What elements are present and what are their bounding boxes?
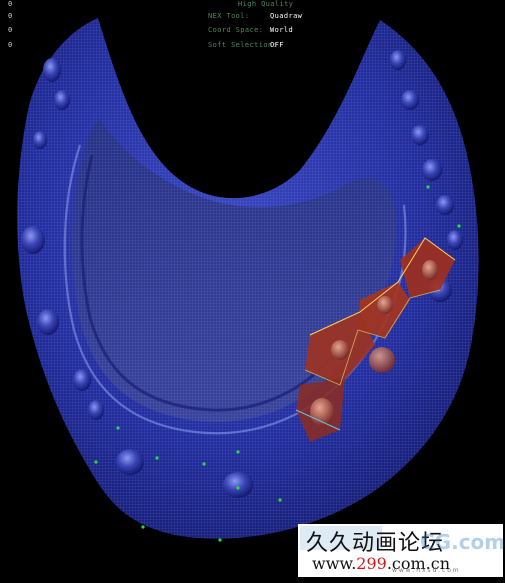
hud-soft-selection-label: Soft Selection: [208,41,278,49]
watermark-url-number: 299 [356,554,387,573]
hud-counter: 0 [8,26,13,34]
watermark-logo-text: CG.com [420,530,505,554]
armor-mesh[interactable] [17,18,479,542]
hud-nex-tool-label: NEX Tool: [208,12,250,20]
hud-counter: 0 [8,0,13,8]
viewport-canvas[interactable] [0,0,505,579]
hud-coord-space-value: World [270,26,294,34]
watermark-url-prefix: www. [312,554,357,573]
hud-counter: 0 [8,12,13,20]
hud-soft-selection-value: OFF [270,41,284,49]
watermark-sub-text: w w w . h x s d . c o m [392,567,459,574]
hud-coord-space-label: Coord Space: [208,26,264,34]
hud-counter: 0 [8,41,13,49]
3d-viewport[interactable]: High Quality 0 0 0 0 NEX Tool: Quadraw C… [0,0,505,579]
hud-quality: High Quality [238,0,294,8]
hud-nex-tool-value: Quadraw [270,12,303,20]
